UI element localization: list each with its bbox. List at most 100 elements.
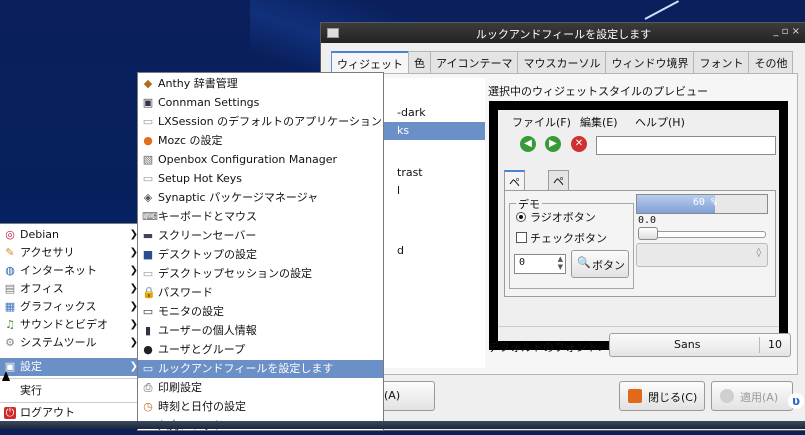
preview-toolbar: ◀ ▶ ✕ xyxy=(498,130,779,160)
menu-item-clock[interactable]: ◷ 時刻と日付の設定 xyxy=(138,398,383,416)
menu-separator xyxy=(0,402,142,403)
search-icon: 🔍 xyxy=(577,256,591,269)
menu-item-internet[interactable]: ◍ インターネット ❯ xyxy=(0,262,142,280)
menu-item-mozc[interactable]: ● Mozc の設定 xyxy=(138,132,383,150)
tab-icon-theme[interactable]: アイコンテーマ xyxy=(430,51,519,73)
menu-item-hotkeys[interactable]: ▭ Setup Hot Keys xyxy=(138,170,383,188)
preview-button[interactable]: 🔍 ボタン xyxy=(571,250,629,278)
menu-item-printer[interactable]: ⎙ 印刷設定 xyxy=(138,379,383,397)
keyboard-mouse-icon: ⌨ xyxy=(142,210,158,223)
menu-item-sound-video[interactable]: ♫ サウンドとビデオ ❯ xyxy=(0,316,142,334)
user-info-icon: ▮ xyxy=(144,324,152,337)
check-button[interactable] xyxy=(516,232,527,243)
menu-item-users-groups[interactable]: ● ユーザとグループ xyxy=(138,341,383,359)
menu-item-session[interactable]: ▭ デスクトップセッションの設定 xyxy=(138,265,383,283)
menu-item-accessories[interactable]: ✎ アクセサリ ❯ xyxy=(0,244,142,262)
logout-icon: ⏻ xyxy=(4,406,16,419)
theme-item[interactable]: -dark xyxy=(397,106,426,119)
tab-mouse-cursor[interactable]: マウスカーソル xyxy=(517,51,607,73)
font-separator xyxy=(759,337,760,353)
menu-item-logout[interactable]: ⏻ ログアウト xyxy=(0,404,142,422)
forward-icon[interactable]: ▶ xyxy=(545,136,561,152)
lxsession-icon: ▭ xyxy=(142,115,154,128)
slider-handle[interactable] xyxy=(638,227,658,240)
tab-other[interactable]: その他 xyxy=(748,51,794,73)
menu-item-password[interactable]: 🔒 パスワード xyxy=(138,284,383,302)
menu-item-keyboard-mouse[interactable]: ⌨ キーボードとマウス xyxy=(138,208,383,226)
spin-button[interactable]: 0 ▲ ▼ xyxy=(514,254,566,274)
printer-icon: ⎙ xyxy=(143,381,153,394)
tab-window-border[interactable]: ウィンドウ境界 xyxy=(605,51,695,73)
menu-item-screensaver[interactable]: ▬ スクリーンセーバー xyxy=(138,227,383,245)
menu-item-graphics[interactable]: ▦ グラフィックス ❯ xyxy=(0,298,142,316)
menu-item-user-info[interactable]: ▮ ユーザーの個人情報 xyxy=(138,322,383,340)
close-button-label: 閉じる(C) xyxy=(648,391,698,404)
default-font-label: デフォルトのフォント: xyxy=(488,341,602,354)
window-titlebar[interactable]: ルックアンドフィールを設定します _ ▫ × xyxy=(321,23,805,43)
close-icon xyxy=(628,389,642,403)
preview-menu-help[interactable]: ヘルプ(H) xyxy=(635,114,685,130)
back-icon[interactable]: ◀ xyxy=(520,136,536,152)
preview-menu-file[interactable]: ファイル(F) xyxy=(512,114,571,130)
chevron-icon: ◊ xyxy=(756,248,761,258)
menu-item-monitor[interactable]: ▭ モニタの設定 xyxy=(138,303,383,321)
debian-icon: ◎ xyxy=(5,228,15,241)
graphics-icon: ▦ xyxy=(4,300,16,313)
openbox-icon: ▧ xyxy=(142,153,154,166)
menu-item-appearance[interactable]: ▭ ルックアンドフィールを設定します xyxy=(138,360,383,378)
apply-button[interactable]: 適用(A) xyxy=(711,381,793,411)
mouse-cursor-icon xyxy=(2,371,10,381)
preview-button-label: ボタン xyxy=(592,259,625,272)
menu-item-synaptic[interactable]: ◈ Synaptic パッケージマネージャ xyxy=(138,189,383,207)
anthy-icon: ◆ xyxy=(143,77,153,90)
menu-separator xyxy=(0,378,142,379)
menu-item-openbox[interactable]: ▧ Openbox Configuration Manager xyxy=(138,151,383,169)
close-button[interactable]: 閉じる(C) xyxy=(619,381,705,411)
spin-arrows-icon[interactable]: ▲ ▼ xyxy=(558,255,563,271)
spin-value: 0 xyxy=(519,257,526,268)
tab-font[interactable]: フォント xyxy=(693,51,750,73)
window-title: ルックアンドフィールを設定します xyxy=(475,28,652,41)
appearance-icon: ▭ xyxy=(142,362,154,375)
connman-icon: ▣ xyxy=(142,96,154,109)
tab-color[interactable]: 色 xyxy=(408,51,431,73)
progress-text: 60 % xyxy=(692,197,717,208)
about-button-label: (A) xyxy=(384,389,401,402)
stop-icon[interactable]: ✕ xyxy=(571,136,587,152)
preview-menu-edit[interactable]: 編集(E) xyxy=(580,114,618,130)
menu-item-debian[interactable]: ◎ Debian ❯ xyxy=(0,226,142,244)
menu-item-office[interactable]: ▤ オフィス ❯ xyxy=(0,280,142,298)
menu-item-settings[interactable]: ▣ 設定 ❯ xyxy=(0,358,142,376)
window-controls[interactable]: _ ▫ × xyxy=(773,26,800,37)
apply-button-label: 適用(A) xyxy=(740,391,779,404)
menu-item-desktop[interactable]: ■ デスクトップの設定 xyxy=(138,246,383,264)
internet-icon: ◍ xyxy=(5,264,15,277)
radio-button[interactable] xyxy=(516,212,526,222)
font-name: Sans xyxy=(674,338,701,351)
menu-item-lxsession[interactable]: ▭ LXSession のデフォルトのアプリケーション xyxy=(138,113,383,131)
font-chooser-button[interactable]: Sans 10 xyxy=(609,333,791,357)
system-tools-icon: ⚙ xyxy=(5,336,15,349)
clock-icon: ◷ xyxy=(143,400,153,413)
radio-label: ラジオボタン xyxy=(530,211,596,224)
users-groups-icon: ● xyxy=(143,343,153,356)
menu-item-connman[interactable]: ▣ Connman Settings xyxy=(138,94,383,112)
widget-preview: ファイル(F) 編集(E) ヘルプ(H) ◀ ▶ ✕ ページ1 ページ2 デモ … xyxy=(489,101,788,350)
theme-item[interactable]: d xyxy=(397,244,404,257)
check-label: チェックボタン xyxy=(530,232,607,245)
accessories-icon: ✎ xyxy=(5,246,15,259)
theme-item[interactable]: trast xyxy=(397,166,423,179)
preview-text-entry[interactable] xyxy=(596,136,776,155)
screensaver-icon: ▬ xyxy=(142,229,154,242)
theme-item[interactable]: l xyxy=(397,184,400,197)
preview-combo[interactable]: ◊ xyxy=(636,243,768,267)
sound-video-icon: ♫ xyxy=(5,318,15,331)
preview-label: 選択中のウィジェットスタイルのプレビュー xyxy=(488,85,708,98)
preview-menubar: ファイル(F) 編集(E) ヘルプ(H) xyxy=(498,110,779,130)
preview-page: デモ ラジオボタン チェックボタン 0 ▲ ▼ 🔍 ボタン 60 % 0.0 ◊ xyxy=(504,190,776,297)
menu-item-anthy[interactable]: ◆ Anthy 辞書管理 xyxy=(138,75,383,93)
password-icon: 🔒 xyxy=(142,286,156,299)
menu-item-run[interactable]: 実行 xyxy=(0,382,142,400)
menu-item-system-tools[interactable]: ⚙ システムツール ❯ xyxy=(0,334,142,352)
main-menu: ◎ Debian ❯ ✎ アクセサリ ❯ ◍ インターネット ❯ ▤ オフィス ❯ ▦ グラフィッ… xyxy=(0,223,143,424)
